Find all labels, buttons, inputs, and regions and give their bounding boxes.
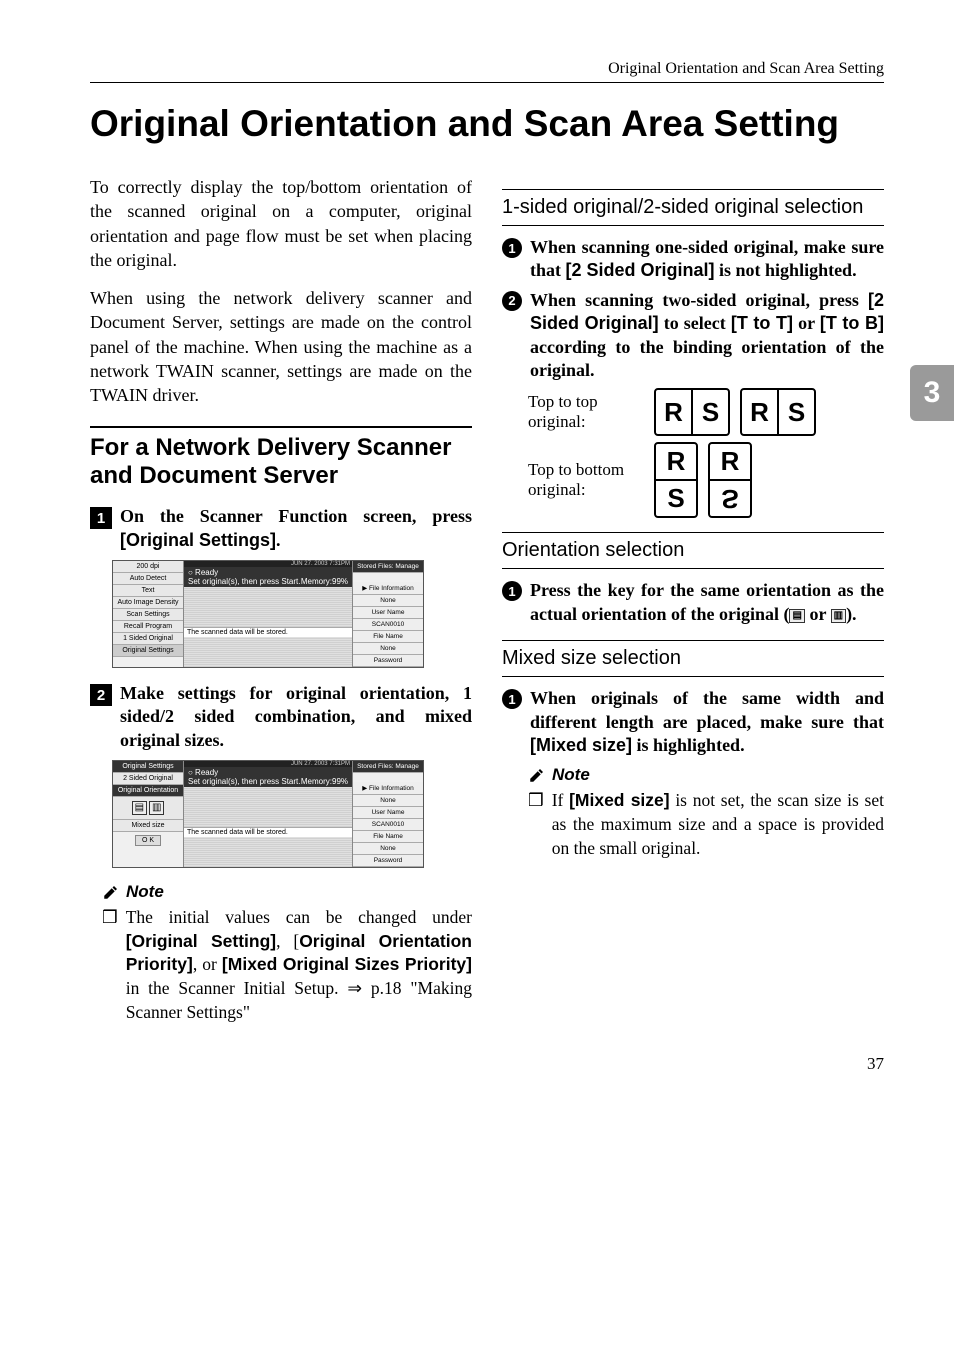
top-to-top-label: Top to top original: (528, 392, 638, 433)
page-number: 37 (90, 1054, 884, 1074)
orientation-step-1-text: Press the key for the same orientation a… (530, 579, 884, 626)
page-title: Original Orientation and Scan Area Setti… (90, 103, 884, 145)
orientation-icon-b: ▥ (831, 609, 846, 623)
mixed-step-1: 1 (502, 689, 522, 709)
subhead-sided-selection: 1-sided original/2-sided original select… (502, 189, 884, 226)
step-number-1: 1 (90, 507, 112, 529)
mixed-step-1-text: When originals of the same width and dif… (530, 687, 884, 757)
note-item: ❒ The initial values can be changed unde… (102, 906, 472, 1024)
step-number-2: 2 (90, 684, 112, 706)
sub-step-2: 2 (502, 291, 522, 311)
running-head: Original Orientation and Scan Area Setti… (90, 60, 884, 83)
screenshot-scanner-function: 200 dpi Auto Detect Text Auto Image Dens… (112, 560, 424, 668)
note-heading-right: Note (528, 765, 884, 785)
note-item-right: ❒ If [Mixed size] is not set, the scan s… (528, 789, 884, 860)
orientation-icon-a: ▤ (789, 609, 804, 623)
subhead-mixed-size: Mixed size selection (502, 640, 884, 677)
sub-step-1: 1 (502, 238, 522, 258)
intro-para-2: When using the network delivery scanner … (90, 286, 472, 407)
screenshot-original-settings: Original Settings 2 Sided Original Origi… (112, 760, 424, 868)
note-heading: Note (102, 882, 472, 902)
top-to-bottom-label: Top to bottom original: (528, 460, 638, 501)
step-1-text: On the Scanner Function screen, press [O… (120, 505, 472, 552)
top-to-top-diagram: RS RS (654, 388, 816, 436)
pencil-icon (102, 883, 120, 901)
orientation-step-1: 1 (502, 581, 522, 601)
intro-para-1: To correctly display the top/bottom orie… (90, 175, 472, 272)
step-2-text: Make settings for original orientation, … (120, 682, 472, 752)
pencil-icon (528, 766, 546, 784)
sub-step-2-text: When scanning two-sided original, press … (530, 289, 884, 383)
sub-step-1-text: When scanning one-sided original, make s… (530, 236, 884, 283)
chapter-tab: 3 (910, 365, 954, 421)
section-heading: For a Network Delivery Scanner and Docum… (90, 426, 472, 492)
top-to-bottom-diagram: RS RS (654, 442, 752, 518)
subhead-orientation: Orientation selection (502, 532, 884, 569)
